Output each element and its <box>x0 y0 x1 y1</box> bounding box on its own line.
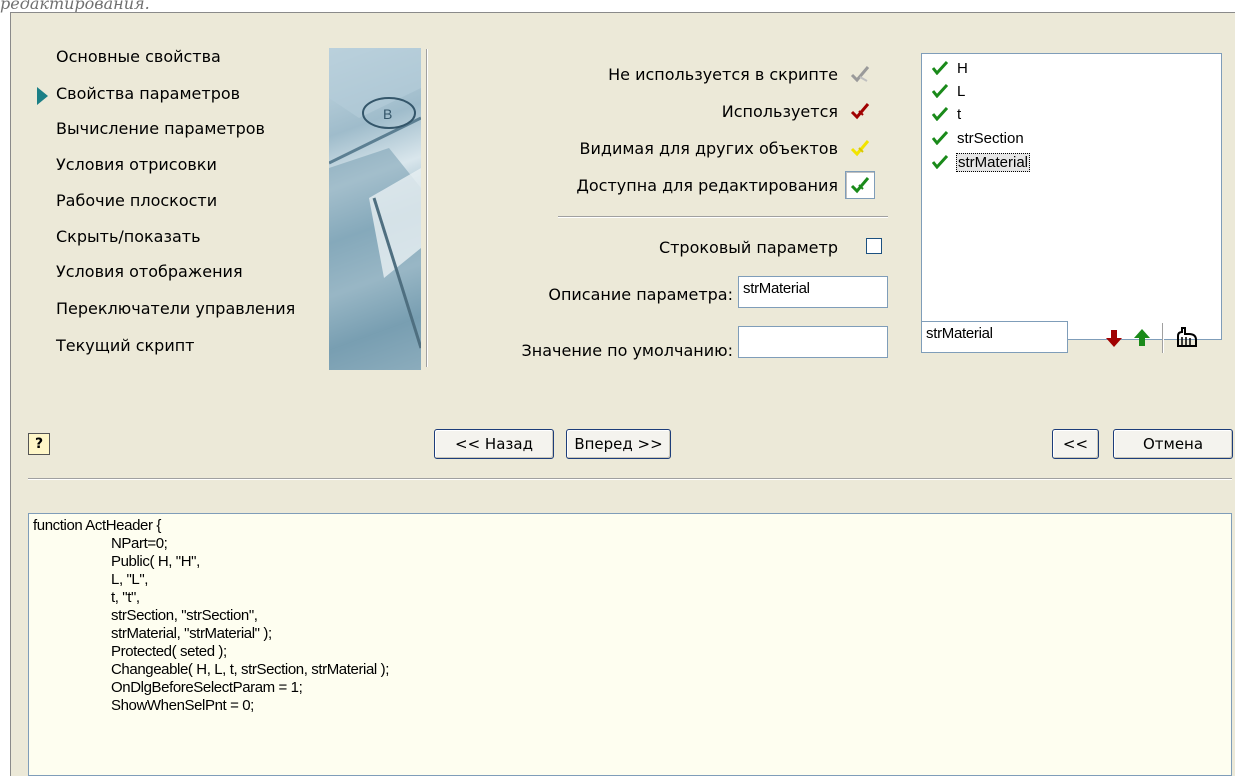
default-value-input[interactable] <box>738 326 888 358</box>
next-button[interactable]: Вперед >> <box>566 429 671 459</box>
green-check-icon <box>932 131 948 145</box>
nav-item-current-script[interactable]: Текущий скрипт <box>56 336 195 355</box>
nav-item-parameter-properties[interactable]: Свойства параметров <box>56 84 240 103</box>
nav-item-draw-conditions[interactable]: Условия отрисовки <box>56 155 217 174</box>
nav-item-hide-show[interactable]: Скрыть/показать <box>56 227 201 246</box>
code-line: Protected( seted ); <box>111 643 227 660</box>
help-button[interactable]: ? <box>28 433 50 455</box>
options-divider <box>558 216 888 218</box>
used-check-icon[interactable] <box>846 98 874 124</box>
code-line: Public( H, "H", <box>111 553 200 570</box>
cancel-button[interactable]: Отмена <box>1113 429 1233 459</box>
toolbar-divider <box>1162 323 1164 353</box>
param-name: strMaterial <box>956 152 1031 172</box>
description-label: Описание параметра: <box>548 285 733 304</box>
parameters-list[interactable]: H L t strSection strMaterial <box>921 53 1222 340</box>
list-item[interactable]: strSection <box>932 127 1025 149</box>
code-line: t, "t", <box>111 589 140 606</box>
move-down-arrow-icon[interactable] <box>1104 327 1124 349</box>
code-line: L, "L", <box>111 571 149 588</box>
param-name-input[interactable]: strMaterial <box>921 321 1068 353</box>
description-input[interactable]: strMaterial <box>738 276 888 308</box>
nav-item-main-properties[interactable]: Основные свойства <box>56 47 221 66</box>
green-check-icon <box>932 107 948 121</box>
status-label-editable: Доступна для редактирования <box>576 176 838 195</box>
code-line: NPart=0; <box>111 535 168 552</box>
collapse-button[interactable]: << <box>1052 429 1099 459</box>
list-item[interactable]: strMaterial <box>932 151 1031 173</box>
status-label-used: Используется <box>721 102 838 121</box>
string-param-label: Строковый параметр <box>658 238 838 257</box>
hand-pointer-icon[interactable] <box>1174 326 1200 350</box>
back-button[interactable]: << Назад <box>434 429 554 459</box>
param-name: L <box>957 82 966 100</box>
banner-label: B <box>383 106 392 122</box>
footer-divider <box>28 478 1232 480</box>
move-up-arrow-icon[interactable] <box>1132 327 1152 349</box>
banner-illustration: B <box>329 48 421 370</box>
list-item[interactable]: t <box>932 103 962 125</box>
status-label-unused: Не используется в скрипте <box>608 65 838 84</box>
nav-item-control-switches[interactable]: Переключатели управления <box>56 299 295 318</box>
code-line: strMaterial, "strMaterial" ); <box>111 625 272 642</box>
status-label-visible: Видимая для других объектов <box>579 139 838 158</box>
banner-divider <box>426 49 428 367</box>
parameters-dialog: Основные свойства Свойства параметров Вы… <box>10 12 1235 776</box>
param-name: strSection <box>957 129 1024 147</box>
code-line: Changeable( H, L, t, strSection, strMate… <box>111 661 389 678</box>
green-check-icon <box>932 155 948 169</box>
script-code-view[interactable]: function ActHeader { NPart=0; Public( H,… <box>28 513 1232 776</box>
list-item[interactable]: H <box>932 57 969 79</box>
green-check-icon <box>932 84 948 98</box>
default-value-label: Значение по умолчанию: <box>521 341 733 360</box>
code-line: ShowWhenSelPnt = 0; <box>111 697 254 714</box>
editable-check-icon[interactable] <box>845 171 875 199</box>
code-line: function ActHeader { <box>33 517 161 534</box>
string-param-checkbox[interactable] <box>866 238 882 254</box>
code-line: OnDlgBeforeSelectParam = 1; <box>111 679 303 696</box>
param-name: H <box>957 59 968 77</box>
nav-item-work-planes[interactable]: Рабочие плоскости <box>56 191 217 210</box>
nav-item-parameter-calculation[interactable]: Вычисление параметров <box>56 119 265 138</box>
green-check-icon <box>932 61 948 75</box>
list-item[interactable]: L <box>932 80 966 102</box>
banner-image: B <box>329 48 421 370</box>
unused-check-icon[interactable] <box>846 61 874 87</box>
code-line: strSection, "strSection", <box>111 607 258 624</box>
param-name: t <box>957 105 962 123</box>
nav-item-display-conditions[interactable]: Условия отображения <box>56 262 243 281</box>
visible-check-icon[interactable] <box>846 135 874 161</box>
active-nav-marker-icon <box>37 87 48 105</box>
page-caption: редактирования. <box>0 0 150 13</box>
